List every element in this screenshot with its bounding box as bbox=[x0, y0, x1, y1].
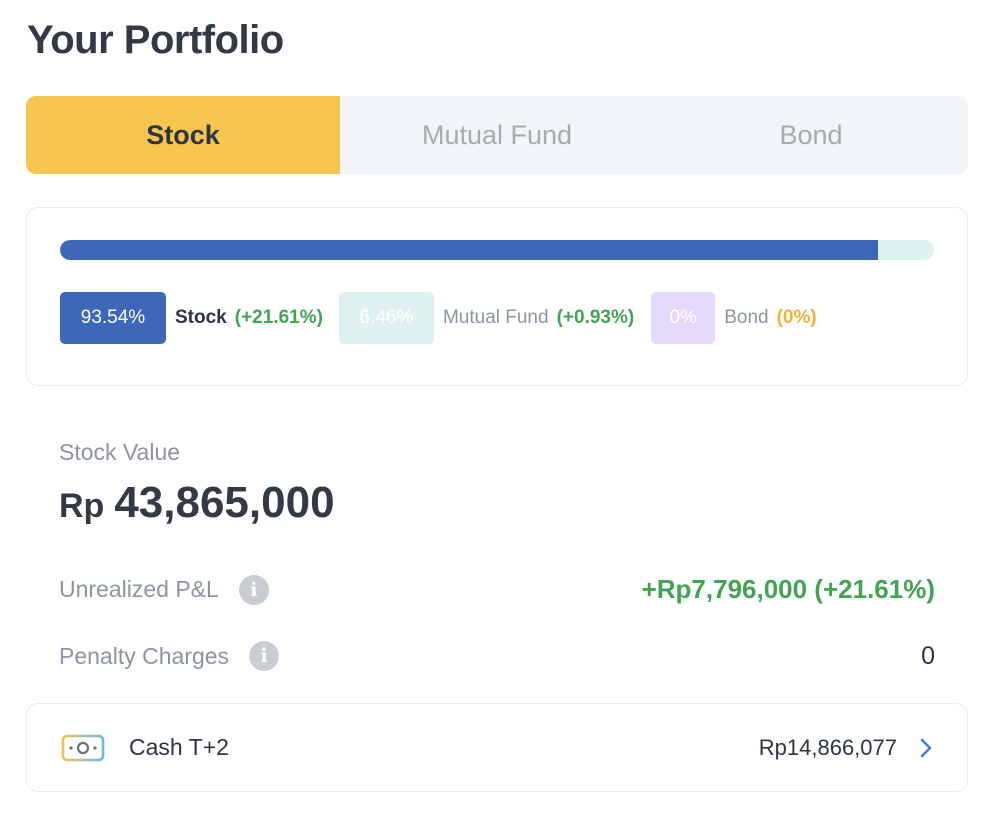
penalty-charges-value: 0 bbox=[921, 641, 935, 670]
asset-tabs: Stock Mutual Fund Bond bbox=[26, 96, 968, 174]
cash-t2-value: Rp14,866,077 bbox=[758, 734, 897, 760]
tab-stock[interactable]: Stock bbox=[26, 96, 340, 174]
allocation-legend: 93.54% Stock (+21.61%) 6.46% Mutual Fund… bbox=[60, 292, 817, 344]
allocation-bar bbox=[60, 240, 934, 260]
bond-percent-badge: 0% bbox=[651, 292, 716, 344]
legend-stock-label: Stock bbox=[175, 307, 227, 328]
penalty-charges-row: Penalty Charges i 0 bbox=[59, 641, 935, 671]
stock-value-label: Stock Value bbox=[59, 439, 181, 465]
stock-value-currency: Rp bbox=[59, 487, 105, 525]
page-title: Your Portfolio bbox=[27, 18, 284, 62]
legend-mutual-fund-label: Mutual Fund bbox=[442, 307, 549, 328]
tab-mutual-fund[interactable]: Mutual Fund bbox=[340, 96, 654, 174]
stock-value-amount: 43,865,000 bbox=[114, 478, 335, 527]
allocation-card: 93.54% Stock (+21.61%) 6.46% Mutual Fund… bbox=[26, 207, 968, 386]
info-icon[interactable]: i bbox=[238, 574, 269, 605]
penalty-charges-label: Penalty Charges bbox=[59, 642, 230, 669]
legend-bond-change: (0%) bbox=[776, 307, 817, 328]
unrealized-pl-row: Unrealized P&L i +Rp7,796,000 (+21.61%) bbox=[59, 574, 935, 605]
legend-mutual-fund-change: (+0.93%) bbox=[556, 307, 635, 328]
chevron-right-icon bbox=[920, 738, 932, 757]
legend-stock-change: (+21.61%) bbox=[234, 307, 323, 328]
legend-bond-label: Bond bbox=[724, 307, 769, 328]
unrealized-pl-label: Unrealized P&L bbox=[59, 576, 219, 602]
stock-percent-badge: 93.54% bbox=[60, 292, 166, 344]
cash-icon bbox=[61, 734, 105, 761]
tab-bond[interactable]: Bond bbox=[654, 96, 968, 174]
stock-value: Rp 43,865,000 bbox=[59, 478, 335, 528]
info-icon[interactable]: i bbox=[249, 641, 280, 671]
cash-t2-card[interactable]: Cash T+2 Rp14,866,077 bbox=[26, 703, 968, 792]
cash-t2-label: Cash T+2 bbox=[129, 734, 229, 760]
allocation-bar-fill-stock bbox=[60, 240, 878, 260]
mutual-fund-percent-badge: 6.46% bbox=[338, 292, 434, 344]
unrealized-pl-value: +Rp7,796,000 (+21.61%) bbox=[641, 574, 935, 604]
